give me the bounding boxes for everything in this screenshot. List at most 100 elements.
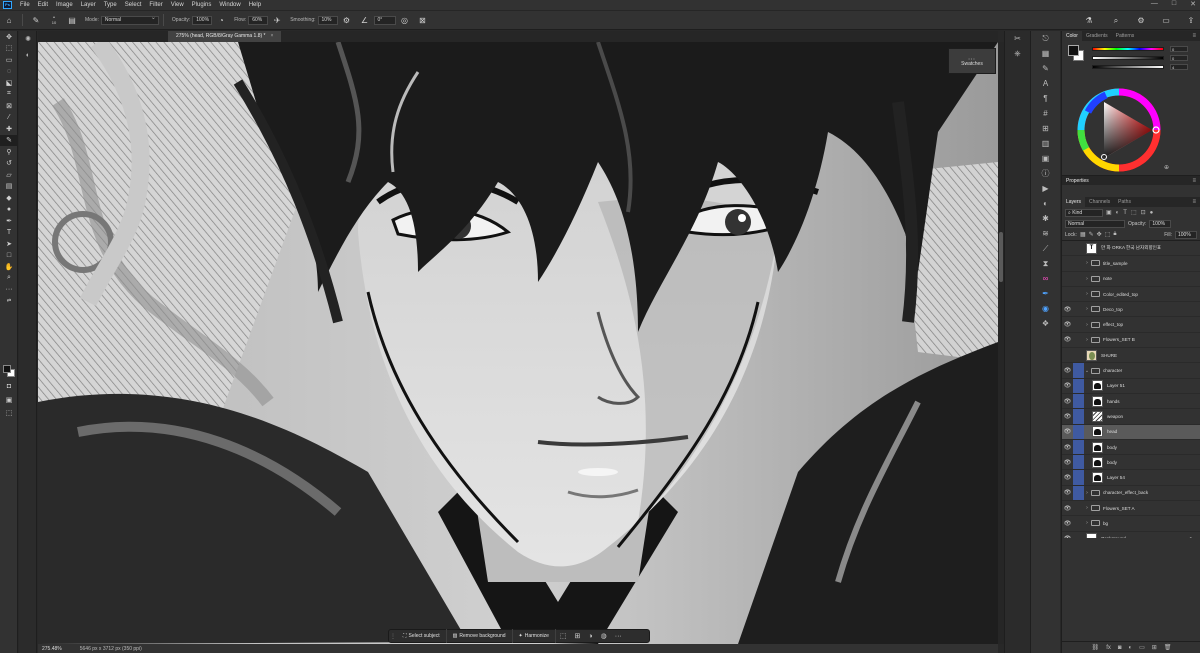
mode-select[interactable]: Normal [100,15,159,25]
brush-tool-preset-icon[interactable]: ✎ [30,14,42,26]
scissors-icon[interactable]: ✂ [1005,31,1030,46]
chevron-right-icon[interactable]: › [1084,490,1090,496]
edit-toolbar-icon[interactable]: ⬚ [0,407,18,419]
select-icon[interactable]: ⬚ [556,632,571,640]
eye-visible-icon[interactable]: 👁︎ [1062,413,1073,420]
clone-stamp-tool-icon[interactable]: ⚲ [0,146,18,158]
harmonize-button[interactable]: ✦ Harmonize [513,629,556,643]
smoothing-field[interactable]: 10% [317,15,338,25]
filter-adjustment-icon[interactable]: ◐ [1115,210,1121,216]
tab-gradients[interactable]: Gradients [1082,31,1112,41]
filter-smart-object-icon[interactable]: ⊡ [1140,209,1147,216]
select-subject-button[interactable]: ⛶ Select subject [397,629,447,643]
libraries-panel-icon[interactable]: ▥ [1031,136,1060,151]
eye-visible-icon[interactable]: 👁︎ [1062,306,1073,313]
lock-artboard-icon[interactable]: ⬚ [1105,231,1111,238]
layer-row[interactable]: 👁︎ Layer 54 [1062,470,1200,486]
hue-slider-row[interactable]: 0 [1092,45,1198,52]
hue-value[interactable]: 0 [1170,45,1188,52]
menu-view[interactable]: View [167,2,188,8]
chevron-right-icon[interactable]: › [1084,322,1090,328]
crop-tool-icon[interactable]: ⌗ [0,89,18,101]
swatches-floating-panel[interactable]: ••• Swatches [948,48,996,74]
layer-style-icon[interactable]: fx [1106,645,1111,651]
layer-row[interactable]: T 만 화 ORKA 한국 남자외향인표 [1062,241,1200,257]
layer-row[interactable]: 👁︎ › Flowers_SET A [1062,501,1200,517]
document-tab[interactable]: 275% (head, RGB/8/Gray Gamma 1.8) * × [168,31,282,42]
history-panel-icon[interactable]: ⎋ [1031,31,1060,46]
actions-panel-icon[interactable]: ▶ [1031,181,1060,196]
opacity-field[interactable]: 100% [192,15,213,25]
menu-edit[interactable]: Edit [34,2,52,8]
eye-visible-icon[interactable]: 👁︎ [1062,520,1073,527]
layer-row[interactable]: 👁︎ › effect_top [1062,317,1200,333]
hue-slider[interactable] [1092,46,1164,51]
menu-plugins[interactable]: Plugins [188,2,216,8]
path-selection-tool-icon[interactable]: ➤ [0,238,18,250]
chevron-right-icon[interactable]: › [1084,260,1090,266]
layer-row[interactable]: 👁︎ ⌄ character [1062,363,1200,379]
symmetry-icon[interactable]: ⊠ [417,14,429,26]
healing-brush-tool-icon[interactable]: ✚ [0,123,18,135]
saturation-value[interactable]: 0 [1170,54,1188,61]
menu-window[interactable]: Window [215,2,244,8]
filter-pixel-icon[interactable]: ▣ [1105,209,1113,216]
rectangle-tool-icon[interactable]: □ [0,250,18,262]
color-wheel[interactable]: ⊕ [1076,87,1172,173]
layer-opacity-field[interactable]: 100% [1149,219,1172,228]
eye-visible-icon[interactable]: 👁︎ [1062,474,1073,481]
transform-icon[interactable]: ⊞ [571,632,585,640]
tab-paths[interactable]: Paths [1114,197,1135,207]
menu-filter[interactable]: Filter [145,2,166,8]
foreground-color-swatch[interactable] [3,365,11,373]
layer-fill-field[interactable]: 100% [1175,230,1197,239]
eraser-tool-icon[interactable]: ▱ [0,169,18,181]
menu-select[interactable]: Select [121,2,146,8]
properties-panel-header[interactable]: Properties ≡ [1062,175,1200,185]
airbrush-icon[interactable]: ✈ [271,14,283,26]
pen-tool-icon[interactable]: ✒ [0,215,18,227]
dodge-tool-icon[interactable]: ● [0,204,18,216]
history-brush-tool-icon[interactable]: ↺ [0,158,18,170]
panel-menu-icon[interactable]: ≡ [1192,31,1196,41]
blur-tool-icon[interactable]: ◆ [0,192,18,204]
mask-icon[interactable]: ◍ [597,632,611,640]
brightness-slider[interactable] [1092,64,1164,69]
navigator-panel-icon[interactable]: ▣ [1031,151,1060,166]
layer-row[interactable]: 👁︎ › character_effect_back [1062,485,1200,502]
marquee-tool-icon[interactable]: ▭ [0,54,18,66]
layer-row[interactable]: 👁︎ Layer 51 [1062,378,1200,394]
brush-settings-icon[interactable]: ▤ [66,14,78,26]
camera-raw-icon[interactable]: ❖ [1031,316,1060,331]
home-icon[interactable]: ⌂ [3,14,15,26]
styles-panel-icon[interactable]: ✱ [1031,211,1060,226]
chevron-right-icon[interactable]: › [1084,337,1090,343]
canvas-area[interactable]: ••• Swatches [38,42,998,644]
menu-file[interactable]: File [16,2,34,8]
new-layer-icon[interactable]: ⊞ [1152,644,1157,651]
brush-size-picker[interactable]: • 10 [48,14,60,26]
panel-menu-icon[interactable]: ≡ [1192,197,1196,207]
eyedropper-tool-icon[interactable]: ⁄ [0,112,18,124]
lock-image-icon[interactable]: ✎ [1089,231,1094,238]
tab-close-icon[interactable]: × [270,33,273,39]
zoom-tool-icon[interactable]: ⌕ [0,273,18,285]
menu-type[interactable]: Type [100,2,121,8]
eye-visible-icon[interactable]: 👁︎ [1062,505,1073,512]
chevron-right-icon[interactable]: › [1084,306,1090,312]
saturation-slider[interactable] [1092,55,1164,60]
paragraph-panel-icon[interactable]: ¶ [1031,91,1060,106]
eye-visible-icon[interactable]: 👁︎ [1062,382,1073,389]
pressure-opacity-icon[interactable]: ◔ [215,14,227,26]
layer-row[interactable]: 👁︎ head [1062,424,1200,440]
adjustment-layer-icon[interactable]: ◐ [1128,645,1132,651]
lock-position-icon[interactable]: ✥ [1097,231,1102,238]
flask-icon[interactable]: ⚗ [1083,15,1095,27]
filter-type-icon[interactable]: T [1122,210,1128,216]
tab-color[interactable]: Color [1062,31,1082,41]
foreground-color-chip[interactable] [1068,45,1079,56]
eye-visible-icon[interactable]: 👁︎ [1062,459,1073,466]
object-select-tool-icon[interactable]: ⬕ [0,77,18,89]
blend-mode-select[interactable]: Normal [1065,219,1125,228]
flow-field[interactable]: 60% [248,15,269,25]
